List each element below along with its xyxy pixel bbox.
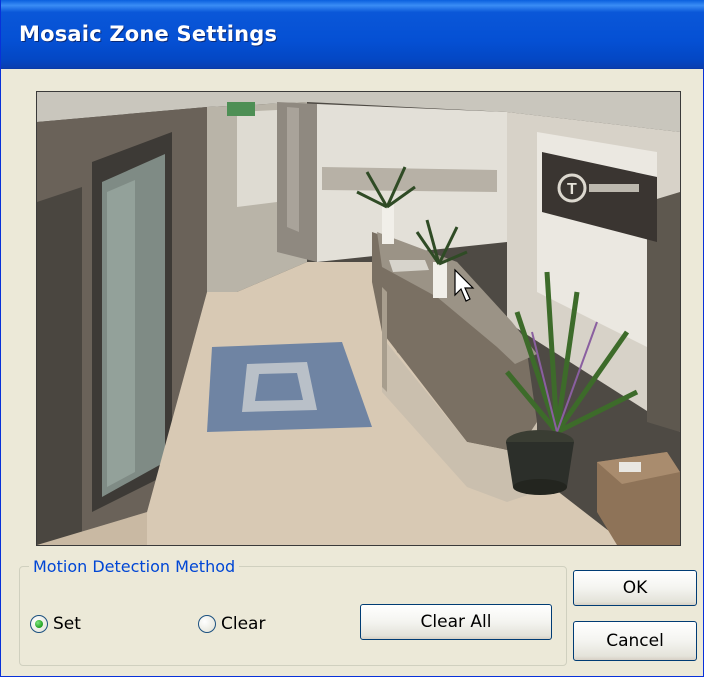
title-bar[interactable]: Mosaic Zone Settings xyxy=(1,0,704,69)
sign-letter: T xyxy=(567,181,577,198)
radio-set[interactable]: Set xyxy=(30,612,81,636)
motion-detection-legend: Motion Detection Method xyxy=(29,557,240,576)
radio-clear[interactable]: Clear xyxy=(198,612,265,636)
exit-sign xyxy=(227,102,255,116)
ok-button[interactable]: OK xyxy=(573,570,697,606)
clear-all-button[interactable]: Clear All xyxy=(360,604,552,640)
camera-preview[interactable]: T xyxy=(36,91,681,546)
radio-selected-dot xyxy=(35,620,43,628)
mosaic-zone-settings-dialog: Mosaic Zone Settings T Motion Detection … xyxy=(0,0,704,677)
radio-set-label: Set xyxy=(53,614,81,634)
cancel-button[interactable]: Cancel xyxy=(573,621,697,661)
camera-image: T xyxy=(37,92,680,545)
window-title: Mosaic Zone Settings xyxy=(19,22,278,46)
radio-set-circle[interactable] xyxy=(30,615,48,633)
radio-clear-circle[interactable] xyxy=(198,615,216,633)
radio-clear-label: Clear xyxy=(221,614,266,634)
